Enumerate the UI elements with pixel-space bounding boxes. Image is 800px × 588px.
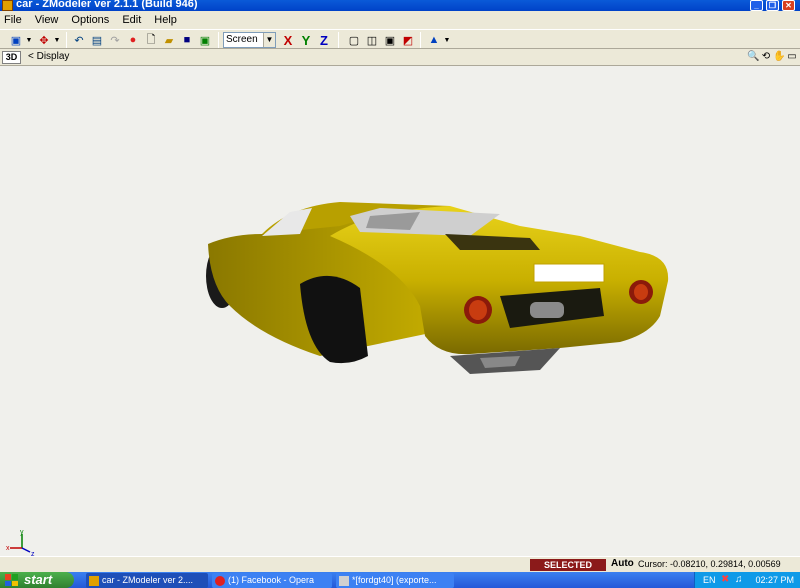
car-model-render	[206, 202, 669, 374]
main-toolbar: ▣ ▼ ✥ ▼ ↶ ▤ ↷ ● 🗋 ▰ ■ ▣ Screen ▼ X Y Z ▢…	[0, 29, 800, 49]
minimize-button[interactable]: _	[750, 0, 763, 11]
axis-y-label: Y	[301, 32, 311, 48]
axis-y-toggle[interactable]: Y	[298, 32, 314, 48]
axis-z-label: Z	[320, 32, 328, 48]
axis-x-toggle[interactable]: X	[280, 32, 296, 48]
menu-edit[interactable]: Edit	[122, 14, 141, 26]
system-clock: 02:27 PM	[755, 575, 794, 585]
window-title: car - ZModeler ver 2.1.1 (Build 946)	[16, 0, 198, 10]
task-opera-label: (1) Facebook - Opera	[228, 575, 315, 585]
windows-logo-icon	[5, 574, 18, 586]
coordinate-mode-select[interactable]: Screen ▼	[223, 32, 276, 48]
zoom-icon[interactable]: 🔍	[747, 50, 759, 63]
3d-viewport[interactable]	[0, 66, 800, 556]
task-editor[interactable]: *[fordgt40] (exporte...	[336, 573, 454, 588]
auto-mode-label[interactable]: Auto	[611, 558, 634, 569]
menu-file[interactable]: File	[4, 14, 22, 26]
record-icon[interactable]: ●	[125, 32, 141, 48]
lighting-icon[interactable]: ▲	[426, 32, 442, 48]
rotate-view-icon[interactable]: ⟲	[760, 50, 772, 63]
task-opera[interactable]: (1) Facebook - Opera	[212, 573, 332, 588]
save-icon[interactable]: ■	[179, 32, 195, 48]
windows-taskbar: start car - ZModeler ver 2.... (1) Faceb…	[0, 572, 800, 588]
opera-app-icon	[215, 576, 225, 586]
start-button[interactable]: start	[0, 572, 74, 588]
menu-help[interactable]: Help	[154, 14, 177, 26]
task-zmodeler-label: car - ZModeler ver 2....	[102, 575, 194, 585]
viewport-controls: 🔍 ⟲ ✋ ▭	[747, 50, 798, 63]
cube-solid-icon[interactable]: ◫	[364, 32, 380, 48]
open-folder-icon[interactable]: ▰	[161, 32, 177, 48]
toolbar-separator	[338, 32, 339, 48]
display-toggle[interactable]: < Display	[28, 51, 69, 62]
export-icon[interactable]: ▣	[197, 32, 213, 48]
viewport-header: 3D < Display 🔍 ⟲ ✋ ▭	[0, 49, 800, 66]
maximize-viewport-icon[interactable]: ▭	[786, 50, 798, 63]
selection-mode-badge[interactable]: SELECTED MODE	[530, 559, 606, 582]
new-file-icon[interactable]: 🗋	[143, 32, 159, 48]
gizmo-y-label: y	[20, 529, 24, 536]
lighting-dropdown-icon[interactable]: ▼	[443, 32, 451, 48]
axis-gizmo: y x z	[6, 529, 35, 556]
language-indicator[interactable]: EN	[703, 575, 716, 585]
undo-icon[interactable]: ↶	[71, 32, 87, 48]
app-icon	[2, 0, 13, 11]
toolbar-separator	[218, 32, 219, 48]
menu-bar: File View Options Edit Help	[0, 11, 800, 29]
menu-view[interactable]: View	[35, 14, 59, 26]
menu-options[interactable]: Options	[71, 14, 109, 26]
redo-icon[interactable]: ↷	[107, 32, 123, 48]
task-zmodeler[interactable]: car - ZModeler ver 2....	[86, 573, 208, 588]
cube-wire-icon[interactable]: ▢	[346, 32, 362, 48]
editor-app-icon	[339, 576, 349, 586]
coordinate-mode-value: Screen	[226, 34, 258, 45]
status-bar: SELECTED MODE Auto Cursor: -0.08210, 0.2…	[0, 556, 800, 582]
task-editor-label: *[fordgt40] (exporte...	[352, 575, 437, 585]
start-label: start	[24, 572, 53, 587]
close-button[interactable]: ✕	[782, 0, 795, 11]
volume-icon[interactable]: ♫	[735, 574, 743, 585]
select-tool-icon[interactable]: ▣	[8, 32, 24, 48]
window-titlebar[interactable]: car - ZModeler ver 2.1.1 (Build 946) _ ❐…	[0, 0, 800, 11]
select-tool-dropdown-icon[interactable]: ▼	[25, 32, 33, 48]
toolbar-separator	[420, 32, 421, 48]
zmodeler-app-icon	[89, 576, 99, 586]
cube-view-icon[interactable]: ▣	[382, 32, 398, 48]
toolbar-separator	[66, 32, 67, 48]
axis-z-toggle[interactable]: Z	[316, 32, 332, 48]
axis-x-label: X	[283, 32, 293, 48]
cursor-coordinates: Cursor: -0.08210, 0.29814, 0.00569	[638, 559, 781, 569]
gizmo-x-label: x	[6, 545, 10, 552]
network-warning-icon[interactable]: ✖	[721, 574, 729, 585]
pan-view-icon[interactable]: ✋	[773, 50, 785, 63]
cube-shaded-icon[interactable]: ◩	[400, 32, 416, 48]
move-tool-dropdown-icon[interactable]: ▼	[53, 32, 61, 48]
move-tool-icon[interactable]: ✥	[36, 32, 52, 48]
maximize-button[interactable]: ❐	[766, 0, 779, 11]
system-tray: EN ✖ ♫ 02:27 PM	[694, 572, 800, 588]
chevron-down-icon[interactable]: ▼	[263, 33, 275, 47]
view-mode-3d-button[interactable]: 3D	[2, 51, 21, 64]
history-icon[interactable]: ▤	[89, 32, 105, 48]
